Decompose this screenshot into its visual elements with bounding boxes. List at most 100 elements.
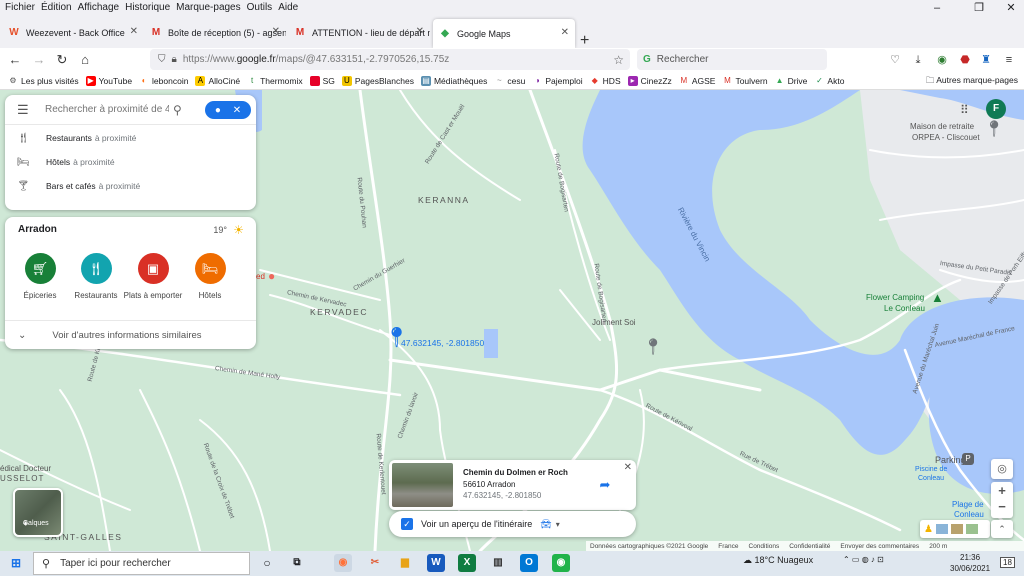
bookmark-item[interactable]: ▤ Médiathèques bbox=[420, 75, 487, 86]
scale-label[interactable]: 200 m bbox=[929, 543, 947, 550]
tab-gmail-attention[interactable]: M ATTENTION - lieu de départ mo ✕ bbox=[288, 20, 430, 46]
expand-up-icon[interactable]: ⌃ bbox=[991, 520, 1013, 538]
map-label-orpea[interactable]: ORPEA - Cliscouet bbox=[912, 133, 980, 142]
menu-edition[interactable]: Édition bbox=[38, 2, 75, 13]
imagery-strip[interactable]: ♟ bbox=[920, 520, 990, 538]
pin-coordinates-label[interactable]: 47.632145, -2.801850 bbox=[401, 338, 484, 348]
outlook-icon[interactable]: O bbox=[520, 554, 538, 572]
excel-icon[interactable]: X bbox=[458, 554, 476, 572]
menu-marque-pages[interactable]: Marque-pages bbox=[173, 2, 243, 13]
place-pin-icon[interactable]: 📍︎ bbox=[643, 340, 663, 356]
category-restaurants[interactable]: 🍴︎ Restaurants bbox=[66, 253, 126, 300]
checkbox-checked-icon[interactable]: ✓ bbox=[401, 518, 413, 530]
cortana-icon[interactable]: ○ bbox=[258, 554, 276, 572]
taskbar-search-box[interactable]: ⚲ Taper ici pour rechercher bbox=[33, 552, 250, 575]
app-icon[interactable]: ✂ bbox=[366, 554, 384, 572]
close-tab-icon[interactable]: ✕ bbox=[272, 26, 280, 37]
map-label-medical-2[interactable]: USSELOT bbox=[0, 474, 44, 483]
reload-icon[interactable]: ↻ bbox=[53, 51, 71, 69]
tab-weezevent[interactable]: W Weezevent - Back Office ✕ bbox=[2, 20, 144, 46]
place-pin-icon[interactable]: 📍︎ bbox=[984, 122, 1004, 138]
itinerary-preview-bar[interactable]: ✓ Voir un aperçu de l'itinéraire 🚘︎ ▾ bbox=[389, 511, 636, 537]
close-tab-icon[interactable]: ✕ bbox=[416, 26, 424, 37]
more-info-link[interactable]: ⌄ Voir d'autres informations similaires bbox=[5, 320, 256, 349]
bookmark-item[interactable]: t Thermomix bbox=[247, 76, 303, 86]
category-hotels[interactable]: 🛏︎ Hôtels bbox=[180, 253, 240, 300]
search-icon[interactable]: ⚲ bbox=[173, 103, 182, 117]
map-label-ed[interactable]: ed bbox=[256, 272, 265, 281]
pocket-icon[interactable]: ♡ bbox=[887, 52, 903, 68]
map-label-plage[interactable]: Plage de bbox=[952, 500, 984, 509]
weather-widget[interactable]: ☁ 18°C Nuageux bbox=[743, 555, 813, 566]
url-bar[interactable]: ⛉ 🔒︎ https://www. google.fr/maps/@47.6331… bbox=[150, 49, 630, 70]
category-plats-a-emporter[interactable]: ▣ Plats à emporter bbox=[123, 253, 183, 300]
bookmark-item[interactable]: ▶ YouTube bbox=[85, 75, 132, 86]
footer-confidentialite[interactable]: Confidentialité bbox=[789, 543, 830, 550]
other-bookmarks[interactable]: 🗀︎ Autres marque-pages bbox=[926, 75, 1018, 89]
bookmark-item[interactable]: ~ cesu bbox=[494, 76, 525, 86]
bookmark-item[interactable]: SG bbox=[309, 75, 335, 86]
google-apps-icon[interactable]: ⠿ bbox=[960, 103, 969, 117]
street-view-thumbnail[interactable] bbox=[392, 463, 453, 507]
search-input[interactable] bbox=[45, 104, 169, 115]
firefox-icon[interactable]: ◉ bbox=[334, 554, 352, 572]
footer-feedback[interactable]: Envoyer des commentaires bbox=[840, 543, 919, 550]
extension-icon[interactable]: ◉ bbox=[934, 52, 950, 68]
avatar[interactable]: F bbox=[986, 99, 1006, 119]
imagery-thumb[interactable] bbox=[965, 524, 978, 534]
bookmark-item[interactable]: ◆ HDS bbox=[590, 76, 621, 86]
bookmark-star-icon[interactable]: ☆ bbox=[613, 53, 624, 67]
windows-start-icon[interactable]: ⊞ bbox=[7, 554, 25, 572]
parking-icon[interactable]: P bbox=[962, 453, 974, 465]
menu-historique[interactable]: Historique bbox=[122, 2, 173, 13]
close-tab-icon[interactable]: ✕ bbox=[130, 26, 138, 37]
task-view-icon[interactable]: ⧉ bbox=[288, 554, 306, 572]
map-label-parking[interactable]: Parking bbox=[935, 455, 966, 465]
suggestion-restaurants[interactable]: 🍴︎ Restaurants à proximité bbox=[5, 126, 256, 150]
bookmark-item[interactable]: A AlloCiné bbox=[195, 75, 240, 86]
map-label-piscine[interactable]: Piscine de bbox=[915, 466, 947, 473]
bookmark-item[interactable]: U PagesBlanches bbox=[341, 75, 414, 86]
pegman-icon[interactable]: ♟ bbox=[924, 524, 933, 535]
camping-icon[interactable]: ▲ bbox=[931, 290, 944, 306]
back-arrow-icon[interactable]: ← bbox=[6, 51, 24, 69]
close-icon[interactable]: ✕ bbox=[624, 462, 632, 473]
footer-conditions[interactable]: Conditions bbox=[749, 543, 780, 550]
bookmark-item[interactable]: M Toulvern bbox=[722, 76, 767, 86]
home-icon[interactable]: ⌂ bbox=[76, 51, 94, 69]
spotify-icon[interactable]: ◉ bbox=[552, 554, 570, 572]
browser-search-box[interactable]: G Rechercher bbox=[637, 49, 827, 70]
map-label-plage-2[interactable]: Conleau bbox=[954, 510, 984, 519]
restaurant-pin-icon[interactable]: ● bbox=[268, 268, 275, 284]
tab-gmail-inbox[interactable]: M Boîte de réception (5) - agsenau ✕ bbox=[144, 20, 286, 46]
hamburger-menu-icon[interactable]: ☰ bbox=[17, 102, 31, 118]
suggestion-hotels[interactable]: 🛏︎ Hôtels à proximité bbox=[5, 150, 256, 174]
word-icon[interactable]: W bbox=[427, 554, 445, 572]
map-canvas[interactable]: KERANNA KERVADEC SAINT-GALLES Rivière du… bbox=[0, 90, 1024, 551]
bookmark-item[interactable]: ▸ CinezZz bbox=[627, 75, 672, 86]
menu-aide[interactable]: Aide bbox=[275, 2, 301, 13]
footer-france[interactable]: France bbox=[718, 543, 738, 550]
map-label-maison[interactable]: Maison de retraite bbox=[910, 122, 974, 131]
file-explorer-icon[interactable]: ▆ bbox=[396, 554, 414, 572]
tray-icons[interactable]: ⌃ ▭ ◍ ♪ ⊡ bbox=[843, 555, 884, 564]
close-icon[interactable]: ✕ bbox=[233, 105, 241, 116]
forward-arrow-icon[interactable]: → bbox=[30, 51, 48, 69]
bookmark-item[interactable]: M AGSE bbox=[679, 76, 715, 86]
bookmark-item[interactable]: ✓ Akto bbox=[814, 76, 844, 86]
menu-affichage[interactable]: Affichage bbox=[75, 2, 123, 13]
map-label-flower-camping[interactable]: Flower Camping bbox=[866, 293, 924, 302]
extension-blue-icon[interactable]: ♜ bbox=[978, 52, 994, 68]
zoom-in-button[interactable]: + bbox=[991, 482, 1013, 500]
download-icon[interactable]: ⤓ bbox=[910, 52, 926, 68]
bookmark-item[interactable]: ◑ Pajemploi bbox=[532, 76, 583, 86]
map-label-piscine-2[interactable]: Conleau bbox=[918, 475, 944, 482]
menu-hamburger-icon[interactable]: ≡ bbox=[1001, 52, 1017, 68]
zoom-out-button[interactable]: − bbox=[991, 500, 1013, 518]
imagery-thumb[interactable] bbox=[950, 524, 963, 534]
suggestion-bars[interactable]: 🍸︎ Bars et cafés à proximité bbox=[5, 174, 256, 198]
layers-button[interactable]: ◈ Calques bbox=[13, 488, 63, 537]
imagery-thumb[interactable] bbox=[935, 524, 948, 534]
clock[interactable]: 21:36 30/06/2021 bbox=[950, 552, 990, 574]
my-location-icon[interactable]: ◎ bbox=[991, 459, 1013, 479]
